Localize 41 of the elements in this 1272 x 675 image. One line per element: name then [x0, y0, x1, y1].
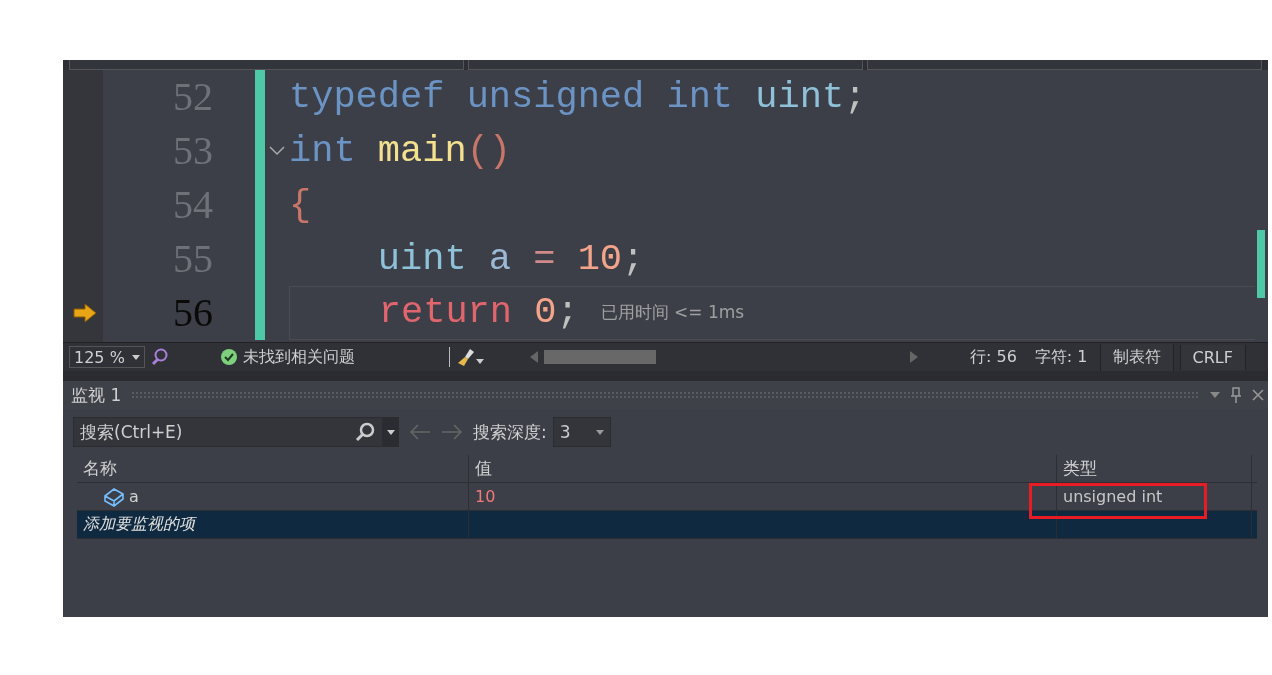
code-line: int main()	[289, 129, 513, 174]
column-header[interactable]: 类型	[1057, 455, 1252, 482]
column-header[interactable]: 值	[469, 455, 1057, 482]
search-options-dropdown[interactable]	[383, 417, 399, 447]
zoom-dropdown[interactable]: 125 %	[69, 346, 145, 368]
line-ending-button[interactable]: CRLF	[1179, 344, 1246, 370]
code-line: uint a = 10;	[376, 237, 646, 282]
add-watch-row[interactable]: 添加要监视的项	[77, 511, 1257, 539]
scroll-left-icon[interactable]	[530, 351, 538, 363]
column-header[interactable]: 名称	[77, 455, 469, 482]
brush-icon[interactable]	[456, 347, 484, 367]
scroll-right-icon[interactable]	[910, 351, 918, 363]
code-line: return 0; 已用时间 <= 1ms	[289, 286, 1255, 340]
fold-icon[interactable]	[269, 146, 285, 156]
caret-icon	[387, 429, 395, 435]
dropdown-icon[interactable]	[1210, 392, 1220, 398]
check-icon	[221, 349, 237, 365]
value-cell: 10	[469, 483, 1057, 510]
caret-icon	[132, 354, 140, 360]
variable-name: a	[129, 487, 139, 506]
variable-icon	[103, 486, 125, 507]
change-bar	[255, 70, 265, 124]
search-field[interactable]: 搜索(Ctrl+E)	[73, 417, 383, 447]
back-arrow-icon[interactable]	[409, 424, 431, 440]
line-number: 56	[172, 289, 214, 337]
line-indicator: 行: 56	[970, 346, 1017, 368]
close-icon[interactable]	[1252, 389, 1264, 401]
code-line: typedef unsigned int uint;	[289, 75, 868, 120]
forward-arrow-icon[interactable]	[441, 424, 463, 440]
char-indicator: 字符: 1	[1034, 346, 1088, 368]
panel-title: 监视 1	[71, 383, 122, 407]
code-line: {	[289, 183, 313, 228]
caret-icon	[595, 429, 604, 435]
pin-icon[interactable]	[1230, 387, 1242, 403]
depth-dropdown[interactable]: 3	[552, 417, 611, 447]
scroll-marker	[1257, 230, 1265, 298]
search-icon[interactable]	[355, 422, 375, 442]
indent-mode-button[interactable]: 制表符	[1099, 343, 1174, 371]
depth-label: 搜索深度:	[473, 420, 547, 444]
issues-status[interactable]: 未找到相关问题	[243, 346, 355, 368]
change-bar	[255, 286, 265, 340]
